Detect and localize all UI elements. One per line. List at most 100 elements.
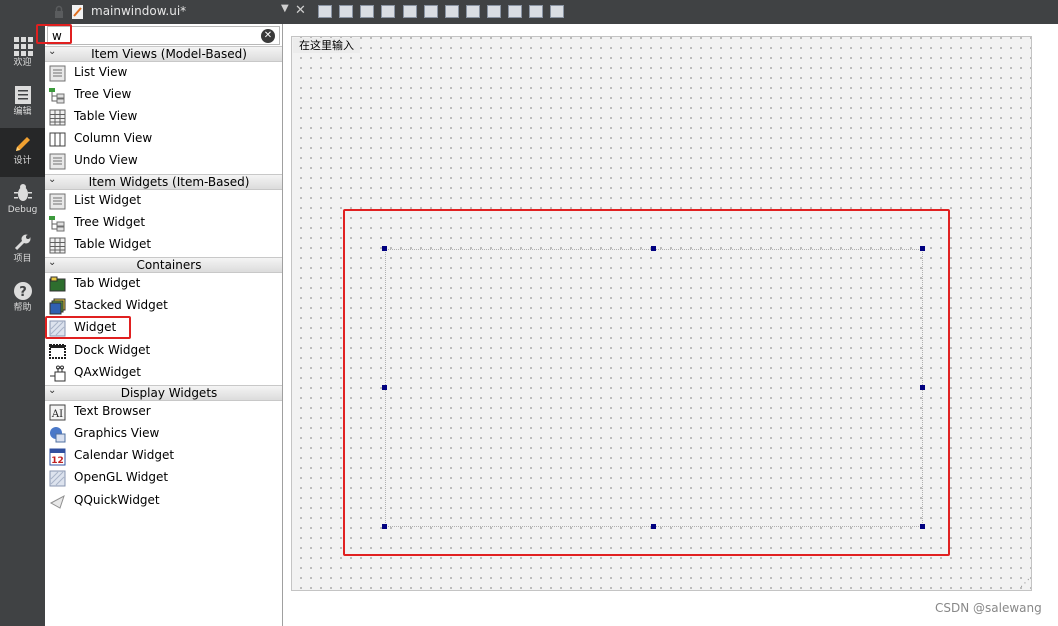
category-label: Display Widgets [120, 386, 218, 400]
mode-debug[interactable]: Debug [0, 177, 45, 226]
category-containers[interactable]: ⌄ Containers [45, 257, 282, 273]
graphics-view-icon [49, 426, 66, 443]
widget-item-table-widget[interactable]: Table Widget [45, 234, 282, 256]
menu-bar-placeholder[interactable]: 在这里输入 [293, 38, 360, 53]
activex-icon [49, 365, 66, 382]
break-layout-icon[interactable] [529, 5, 543, 18]
svg-text:?: ? [19, 285, 27, 300]
widget-item-label: Text Browser [74, 404, 151, 418]
tree-view-icon [49, 87, 66, 104]
widget-item-tab-widget[interactable]: Tab Widget [45, 273, 282, 295]
widget-item-label: Stacked Widget [74, 298, 168, 312]
layout-form-icon[interactable] [487, 5, 501, 18]
widget-item-tree-view[interactable]: Tree View [45, 84, 282, 106]
category-item-views[interactable]: ⌄ Item Views (Model-Based) [45, 46, 282, 62]
mode-help[interactable]: ? 帮助 [0, 275, 45, 324]
widget-item-tree-widget[interactable]: Tree Widget [45, 212, 282, 234]
widget-item-label: List Widget [74, 193, 142, 207]
grid-icon [13, 36, 33, 56]
calendar-icon-number: 12 [51, 456, 64, 466]
annotation-widget-item-highlight [45, 316, 131, 339]
widget-item-label: QAxWidget [74, 365, 142, 379]
clear-filter-icon[interactable]: ✕ [261, 29, 275, 43]
edit-tab-order-icon[interactable] [381, 5, 395, 18]
layout-horizontal-icon[interactable] [403, 5, 417, 18]
undo-view-icon [49, 153, 66, 170]
category-label: Containers [136, 258, 202, 272]
opengl-widget-icon [49, 470, 66, 487]
widget-item-label: Dock Widget [74, 343, 151, 357]
mode-label: 帮助 [13, 303, 32, 313]
list-view-icon [49, 65, 66, 82]
adjust-size-icon[interactable] [550, 5, 564, 18]
widget-item-label: Undo View [74, 153, 138, 167]
widget-item-qaxwidget[interactable]: QAxWidget [45, 362, 282, 384]
document-tab-title[interactable]: mainwindow.ui* [91, 4, 186, 18]
widget-item-label: Tree Widget [74, 215, 146, 229]
widget-item-label: List View [74, 65, 128, 79]
form-resize-grip-icon[interactable]: ⋰ [1020, 578, 1030, 589]
annotation-filter-highlight [36, 24, 72, 44]
text-browser-icon-text: AI [51, 409, 63, 420]
bug-icon [13, 183, 33, 203]
widget-item-label: Column View [74, 131, 153, 145]
help-icon: ? [13, 281, 33, 301]
widget-item-calendar-widget[interactable]: 12 Calendar Widget [45, 445, 282, 467]
widget-item-label: OpenGL Widget [74, 470, 169, 484]
mode-label: 项目 [13, 254, 32, 264]
widget-item-opengl-widget[interactable]: OpenGL Widget [45, 467, 282, 489]
editor-toolbar: mainwindow.ui* ▼ ✕ [0, 0, 1058, 24]
stacked-widget-icon [49, 298, 66, 315]
widget-item-label: Table Widget [74, 237, 152, 251]
widget-item-list-widget[interactable]: List Widget [45, 190, 282, 212]
layout-horizontal-splitter-icon[interactable] [445, 5, 459, 18]
close-document-icon[interactable]: ✕ [295, 3, 306, 18]
category-item-widgets[interactable]: ⌄ Item Widgets (Item-Based) [45, 174, 282, 190]
mode-label: 欢迎 [13, 58, 32, 68]
mode-edit[interactable]: 编辑 [0, 79, 45, 128]
widget-item-label: Graphics View [74, 426, 160, 440]
watermark: CSDN @salewang [935, 601, 1042, 615]
widget-item-qquickwidget[interactable]: QQuickWidget [45, 490, 282, 512]
widget-item-list-view[interactable]: List View [45, 62, 282, 84]
table-widget-icon [49, 237, 66, 254]
tree-widget-icon [49, 215, 66, 232]
edit-buddies-icon[interactable] [360, 5, 374, 18]
widget-item-column-view[interactable]: Column View [45, 128, 282, 150]
layout-vertical-icon[interactable] [424, 5, 438, 18]
document-icon [13, 85, 33, 105]
widget-item-graphics-view[interactable]: Graphics View [45, 423, 282, 445]
table-view-icon [49, 109, 66, 126]
mode-label: Debug [7, 205, 38, 215]
widget-item-label: Table View [74, 109, 138, 123]
open-documents-dropdown-icon[interactable]: ▼ [281, 3, 289, 14]
widget-item-text-browser[interactable]: AI Text Browser [45, 401, 282, 423]
annotation-placed-widget-highlight [343, 209, 950, 556]
mode-design[interactable]: 设计 [0, 128, 45, 177]
layout-grid-icon[interactable] [508, 5, 522, 18]
qquickwidget-icon [49, 493, 66, 510]
calendar-icon: 12 [49, 448, 66, 466]
widget-item-undo-view[interactable]: Undo View [45, 150, 282, 172]
category-label: Item Views (Model-Based) [91, 47, 247, 61]
edit-signals-slots-icon[interactable] [339, 5, 353, 18]
mode-label: 设计 [13, 156, 32, 166]
widget-item-label: QQuickWidget [74, 493, 160, 507]
lock-icon [52, 5, 66, 19]
widget-item-dock-widget[interactable]: Dock Widget [45, 340, 282, 362]
category-display-widgets[interactable]: ⌄ Display Widgets [45, 385, 282, 401]
mode-projects[interactable]: 项目 [0, 226, 45, 275]
edit-widgets-icon[interactable] [318, 5, 332, 18]
text-browser-icon: AI [49, 404, 66, 421]
list-widget-icon [49, 193, 66, 210]
widget-filter-input[interactable]: w ✕ [47, 26, 280, 45]
widget-item-stacked-widget[interactable]: Stacked Widget [45, 295, 282, 317]
widget-item-label: Tab Widget [74, 276, 141, 290]
pencil-icon [13, 134, 33, 154]
ui-file-icon [71, 5, 85, 19]
mode-label: 编辑 [13, 107, 32, 117]
widget-item-table-view[interactable]: Table View [45, 106, 282, 128]
wrench-icon [13, 232, 33, 252]
layout-vertical-splitter-icon[interactable] [466, 5, 480, 18]
column-view-icon [49, 131, 66, 148]
